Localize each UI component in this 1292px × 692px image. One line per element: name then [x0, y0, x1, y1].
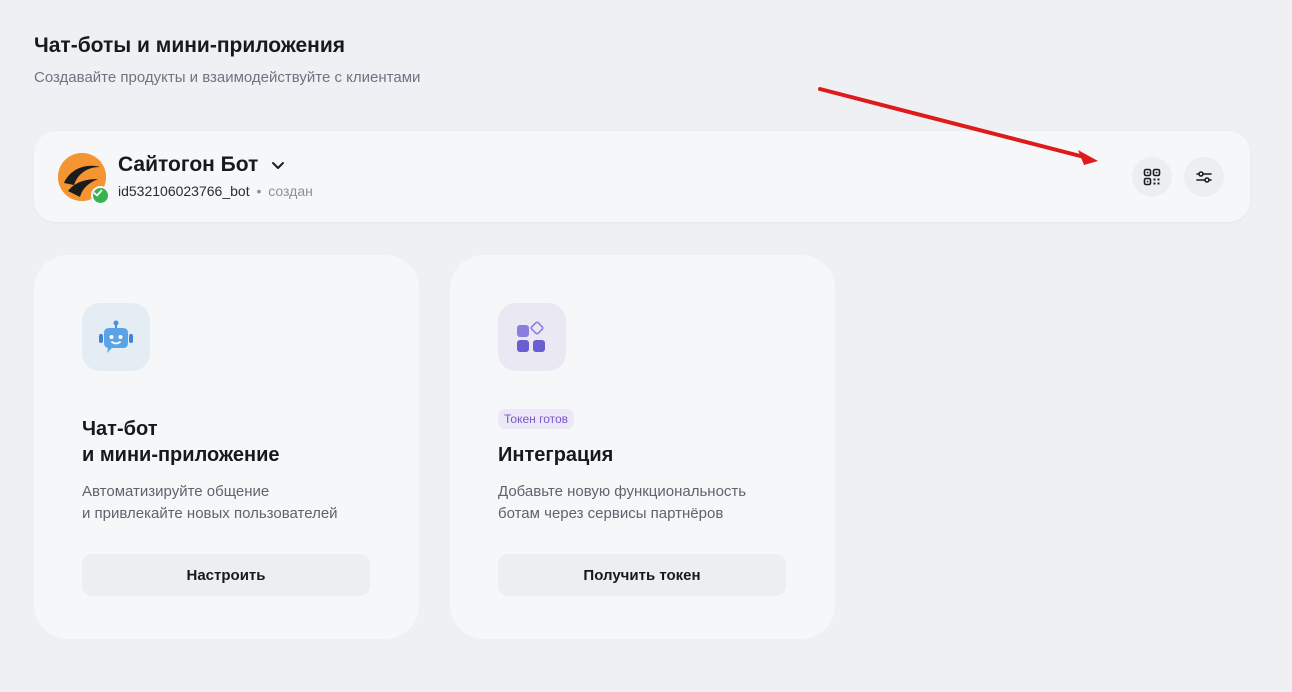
qr-code-icon	[1143, 168, 1161, 186]
apps-icon-tile	[498, 303, 566, 371]
page-subtitle: Создавайте продукты и взаимодействуйте с…	[34, 69, 421, 86]
chatbot-card-title: Чат-бот и мини-приложение	[82, 416, 280, 468]
page-title: Чат-боты и мини-приложения	[34, 34, 345, 57]
meta-separator: •	[256, 183, 262, 199]
configure-button[interactable]: Настроить	[82, 554, 370, 596]
chatbot-title-line-1: Чат-бот	[82, 418, 158, 440]
integration-card: Токен готов Интеграция Добавьте новую фу…	[450, 255, 835, 639]
check-icon	[93, 189, 103, 197]
chatbot-card: Чат-бот и мини-приложение Автоматизируйт…	[34, 255, 419, 639]
bot-meta: id532106023766_bot • создан	[118, 183, 313, 199]
integration-desc-line-1: Добавьте новую функциональность	[498, 483, 747, 500]
bot-header-card: Сайтогон Бот id532106023766_bot • создан	[34, 131, 1250, 222]
chatbot-title-line-2: и мини-приложение	[82, 444, 280, 466]
sliders-icon	[1196, 171, 1212, 183]
chatbot-desc-line-2: и привлекайте новых пользователей	[82, 505, 338, 522]
bot-status: создан	[268, 183, 313, 199]
chatbot-icon-tile	[82, 303, 150, 371]
get-token-button[interactable]: Получить токен	[498, 554, 786, 596]
bot-name: Сайтогон Бот	[118, 153, 259, 176]
chatbot-desc-line-1: Автоматизируйте общение	[82, 483, 270, 500]
apps-grid-icon	[517, 321, 545, 352]
token-status-badge: Токен готов	[498, 409, 575, 429]
settings-button[interactable]	[1184, 157, 1224, 197]
integration-title: Интеграция	[498, 444, 614, 466]
bot-switcher-button[interactable]	[268, 155, 288, 175]
chatbot-icon	[99, 320, 133, 353]
qr-code-button[interactable]	[1132, 157, 1172, 197]
chatbot-card-description: Автоматизируйте общение и привлекайте но…	[82, 481, 338, 525]
integration-desc-line-2: ботам через сервисы партнёров	[498, 505, 724, 522]
integration-card-title: Интеграция	[498, 442, 613, 468]
integration-card-description: Добавьте новую функциональность ботам че…	[498, 481, 746, 525]
verified-badge	[91, 186, 110, 205]
bot-avatar[interactable]	[58, 153, 110, 205]
chevron-down-icon	[272, 161, 285, 169]
bot-username: id532106023766_bot	[118, 183, 250, 199]
